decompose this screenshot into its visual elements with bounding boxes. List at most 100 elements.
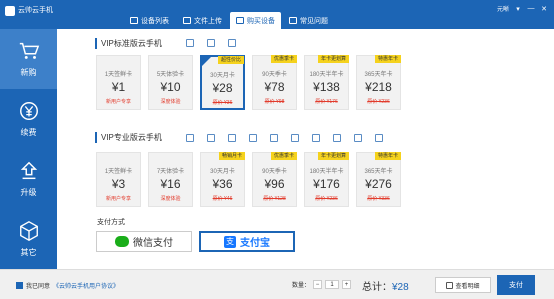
- main-tabs: 设备列表 文件上传 购买设备 常见问题: [124, 12, 336, 29]
- upgrade-icon: [20, 161, 37, 180]
- cube-icon: [19, 221, 38, 241]
- plan-price: ¥276: [365, 177, 392, 191]
- minimize-icon[interactable]: —: [527, 5, 535, 13]
- plan-original-price: 原价 ¥36: [212, 100, 233, 106]
- wechat-pay-option[interactable]: 微信支付: [96, 231, 192, 252]
- plan-card[interactable]: 5天体验卡 ¥10 深度体验: [148, 55, 193, 110]
- plan-card[interactable]: 特惠年卡 365天年卡 ¥276 原价 ¥336: [356, 152, 401, 207]
- plan-original-price: 原价 ¥236: [367, 99, 390, 105]
- dropdown-icon[interactable]: ▾: [514, 5, 522, 13]
- plan-card[interactable]: 1天签鲜卡 ¥3 新用户专享: [96, 152, 141, 207]
- plan-card[interactable]: 年卡更划算 180天半年卡 ¥138 原价 ¥176: [304, 55, 349, 110]
- pro-section-title: VIP专业版云手机: [95, 132, 162, 143]
- user-area: 元晰 ▾ — ✕: [497, 4, 548, 13]
- screen-icon: [186, 39, 194, 47]
- quantity-minus-button[interactable]: −: [313, 280, 323, 289]
- plan-name: 30天月卡: [210, 73, 235, 79]
- quantity-plus-button[interactable]: +: [342, 280, 352, 289]
- plan-card[interactable]: 年卡更划算 180天半年卡 ¥176 原价 ¥236: [304, 152, 349, 207]
- plan-card[interactable]: 畅销月卡 30天月卡 ¥36 原价 ¥46: [200, 152, 245, 207]
- plan-price: ¥36: [212, 177, 233, 191]
- plan-card[interactable]: 1天签鲜卡 ¥1 新用户专享: [96, 55, 141, 110]
- payment-method-label: 支付方式: [97, 219, 125, 226]
- cart-icon: [236, 17, 244, 24]
- plan-card[interactable]: 优惠季卡 90天季卡 ¥78 原价 ¥98: [252, 55, 297, 110]
- scan-icon: [333, 134, 341, 142]
- sidebar-item-other[interactable]: 其它: [0, 209, 57, 269]
- plan-badge: 特惠年卡: [374, 152, 401, 160]
- screen-icon: [186, 134, 194, 142]
- plan-card-selected[interactable]: 超性价比 30天月卡 ¥28 原价 ¥36: [200, 55, 245, 110]
- sidebar-item-new[interactable]: 新购: [0, 29, 57, 89]
- plan-name: 90天季卡: [262, 169, 287, 175]
- sidebar-item-label: 升级: [20, 188, 37, 197]
- sidebar-item-label: 续费: [20, 128, 37, 137]
- plan-card[interactable]: 优惠季卡 90天季卡 ¥96 原价 ¥128: [252, 152, 297, 207]
- sidebar-item-label: 新购: [20, 68, 37, 77]
- app-logo: [5, 6, 15, 16]
- quantity-value[interactable]: 1: [325, 280, 340, 289]
- agree-checkbox[interactable]: [16, 282, 23, 289]
- crop-icon: [249, 134, 257, 142]
- sync-icon: [228, 39, 236, 47]
- plan-price: ¥10: [160, 80, 181, 94]
- alipay-icon: 支: [224, 235, 236, 248]
- tab-device-list[interactable]: 设备列表: [124, 12, 175, 29]
- close-icon[interactable]: ✕: [540, 5, 548, 13]
- plan-original-price: 原价 ¥236: [315, 196, 338, 202]
- sync-icon: [228, 134, 236, 142]
- plan-price: ¥1: [111, 80, 126, 94]
- plan-price: ¥218: [365, 80, 392, 94]
- tab-faq[interactable]: 常见问题: [283, 12, 334, 29]
- wechat-icon: [115, 236, 129, 247]
- tab-file-upload[interactable]: 文件上传: [177, 12, 228, 29]
- plan-price: ¥16: [160, 177, 181, 191]
- plan-price: ¥138: [313, 80, 340, 94]
- sidebar: 新购 续费 升级 其它: [0, 29, 57, 269]
- plan-name: 7天体验卡: [156, 169, 185, 175]
- plan-badge: 优惠季卡: [270, 152, 297, 160]
- total-amount: ¥28: [392, 282, 409, 293]
- pay-button[interactable]: 支付: [497, 275, 535, 295]
- plan-badge: 超性价比: [217, 56, 244, 64]
- plan-original-price: 原价 ¥176: [315, 99, 338, 105]
- plan-price: ¥176: [313, 177, 340, 191]
- username[interactable]: 元晰: [497, 4, 509, 13]
- details-icon: [446, 281, 454, 289]
- plan-name: 180天半年卡: [309, 169, 344, 175]
- tab-buy-device-label: 购买设备: [247, 17, 275, 25]
- device-icon: [354, 134, 362, 142]
- plan-price: ¥96: [264, 177, 285, 191]
- tab-faq-label: 常见问题: [300, 17, 328, 25]
- plan-price: ¥28: [212, 81, 233, 95]
- plan-card[interactable]: 7天体验卡 ¥16 深度体验: [148, 152, 193, 207]
- agreement: 我已同意 《云帅云手机用户协议》: [16, 281, 119, 290]
- plan-badge: 优惠季卡: [270, 55, 297, 63]
- sidebar-item-renew[interactable]: 续费: [0, 89, 57, 149]
- tab-buy-device[interactable]: 购买设备: [230, 12, 281, 29]
- standard-feature-icons: [186, 39, 236, 47]
- puzzle-icon: [270, 134, 278, 142]
- total: 总计：¥28: [362, 278, 409, 293]
- cart-icon: [19, 42, 39, 59]
- location-icon: [291, 134, 299, 142]
- alipay-option[interactable]: 支 支付宝: [199, 231, 295, 252]
- plan-name: 30天月卡: [210, 169, 235, 175]
- folder-icon: [207, 39, 215, 47]
- plan-name: 5天体验卡: [156, 72, 185, 78]
- upload-icon: [183, 17, 191, 24]
- title-bar: 云帅云手机 设备列表 文件上传 购买设备 常见问题 元晰 ▾ — ✕: [0, 0, 554, 29]
- plan-name: 180天半年卡: [309, 72, 344, 78]
- quantity-label: 数量：: [292, 283, 311, 289]
- plan-original-price: 原价 ¥128: [263, 196, 286, 202]
- plan-card[interactable]: 特惠年卡 365天年卡 ¥218 原价 ¥236: [356, 55, 401, 110]
- view-details-button[interactable]: 查看明细: [435, 277, 491, 293]
- plan-badge: 畅销月卡: [218, 152, 245, 160]
- sidebar-item-upgrade[interactable]: 升级: [0, 149, 57, 209]
- app-title: 云帅云手机: [18, 7, 53, 14]
- plan-original-price: 原价 ¥46: [212, 196, 233, 202]
- alipay-label: 支付宝: [240, 238, 270, 249]
- tab-device-list-label: 设备列表: [141, 17, 169, 25]
- faq-icon: [289, 17, 297, 24]
- agreement-link[interactable]: 《云帅云手机用户协议》: [53, 281, 119, 290]
